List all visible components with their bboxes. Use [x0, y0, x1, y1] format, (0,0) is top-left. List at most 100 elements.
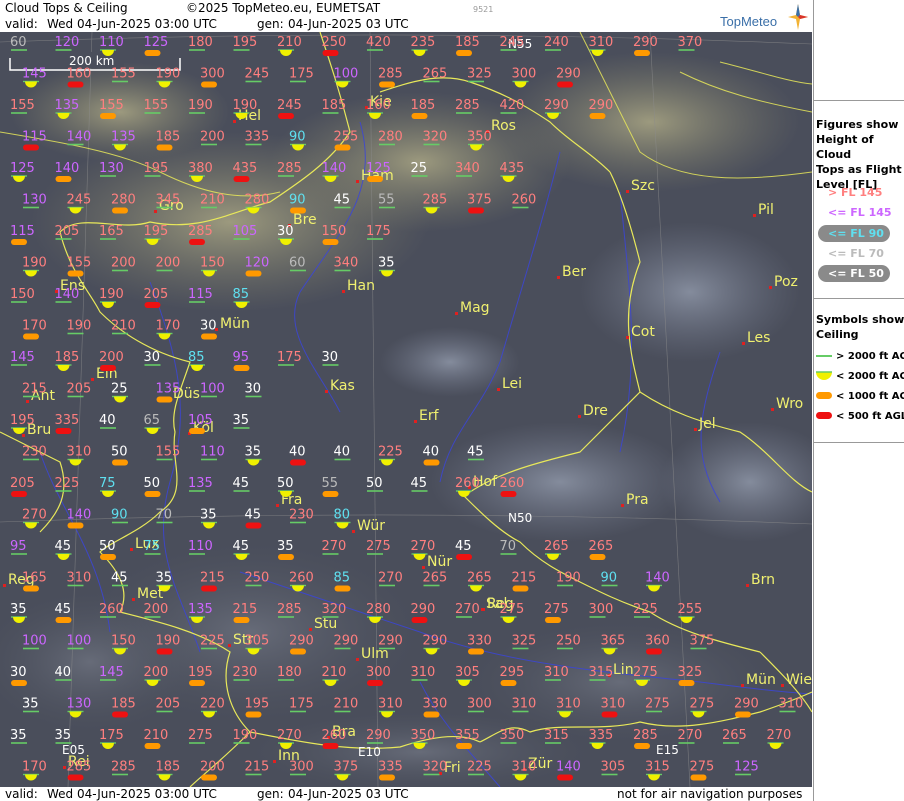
cloud-top-reading: 105: [233, 224, 257, 240]
city-label: Jel: [698, 416, 716, 432]
ceiling-symbol: [322, 743, 339, 749]
cloud-top-reading: 215: [22, 382, 47, 398]
city-label: Erf: [419, 408, 440, 424]
ceiling-symbol: [201, 585, 217, 592]
cloud-top-reading: 30: [10, 665, 27, 686]
cloud-top-value: 155: [111, 67, 136, 82]
topmeteo-logo[interactable]: TopMeteo: [720, 4, 810, 32]
cloud-top-value: 345: [156, 193, 181, 208]
cloud-top-value: 260: [322, 728, 347, 743]
grid-coordinate-label: E15: [656, 743, 679, 757]
cloud-top-value: 310: [411, 665, 436, 680]
ceiling-symbol: [100, 113, 116, 119]
cloud-top-value: 310: [779, 697, 804, 712]
cloud-top-value: 45: [55, 602, 72, 617]
ceiling-symbol: [112, 207, 128, 214]
cloud-top-value: 35: [10, 728, 27, 743]
satellite-map[interactable]: 200 km KieRosSzcHelHamBreGroPilBerHanPoz…: [0, 32, 812, 787]
cloud-top-reading: 310: [67, 571, 91, 587]
cloud-top-reading: 285: [277, 161, 302, 177]
cloud-top-value: 300: [589, 602, 614, 617]
cloud-top-value: 135: [156, 382, 181, 397]
city-label: Lin: [613, 662, 634, 678]
cloud-top-value: 210: [277, 35, 302, 50]
cloud-top-reading: 35: [277, 539, 294, 560]
cloud-top-reading: 150: [10, 287, 35, 303]
cloud-top-reading: 55: [322, 476, 339, 497]
cloud-top-value: 220: [200, 697, 225, 712]
ceiling-red-pill-icon: [816, 412, 832, 419]
cloud-top-reading: 130: [22, 193, 47, 209]
cloud-top-value: 270: [322, 539, 347, 554]
logo-text: TopMeteo: [720, 14, 778, 29]
cloud-top-value: 185: [156, 760, 181, 775]
cloud-top-value: 50: [99, 539, 116, 554]
cloud-top-value: 350: [500, 728, 525, 743]
cloud-top-value: 230: [233, 665, 258, 680]
cloud-top-value: 110: [200, 445, 225, 460]
cloud-top-value: 125: [734, 760, 759, 775]
cloud-top-value: 210: [200, 193, 225, 208]
tops-title-line: Tops as Flight: [816, 163, 902, 176]
cloud-top-value: 195: [188, 665, 213, 680]
cloud-top-value: 35: [55, 728, 72, 743]
cloud-top-reading: 110: [188, 539, 213, 555]
ceiling-symbol: [233, 365, 250, 371]
cloud-top-reading: 175: [366, 224, 391, 240]
ceiling-symbol: [201, 81, 217, 88]
cloud-top-value: 60: [289, 256, 306, 271]
ceiling-symbol: [456, 743, 472, 749]
cloud-top-reading: 325: [512, 634, 536, 650]
cloud-top-value: 35: [200, 508, 217, 523]
ceiling-symbol: [11, 680, 27, 686]
cloud-top-reading: 45: [411, 476, 428, 492]
cloud-top-value: 30: [200, 319, 217, 334]
cloud-top-value: 30: [144, 350, 161, 365]
ceiling-symbol: [23, 144, 39, 151]
city-label: Lei: [502, 376, 522, 392]
cloud-top-value: 215: [245, 760, 270, 775]
city-label: Wür: [357, 518, 385, 534]
cloud-top-reading: 320: [322, 602, 346, 618]
cloud-top-reading: 190: [556, 571, 581, 587]
cloud-top-value: 50: [144, 476, 161, 491]
cloud-top-reading: 70: [500, 539, 517, 555]
cloud-top-value: 125: [144, 35, 169, 50]
cloud-top-value: 250: [322, 35, 347, 50]
cloud-top-value: 145: [22, 67, 47, 82]
cloud-top-reading: 100: [22, 634, 47, 650]
city-label: Cot: [631, 324, 655, 340]
cloud-top-value: 275: [500, 602, 525, 617]
cloud-top-value: 195: [233, 35, 258, 50]
cloud-top-value: 140: [55, 161, 80, 176]
cloud-top-value: 175: [289, 697, 314, 712]
city-label: Poz: [774, 274, 798, 290]
cloud-top-value: 150: [111, 634, 136, 649]
legend-ceiling-below-2000: < 2000 ft AGL: [836, 371, 904, 382]
cloud-top-value: 110: [188, 539, 213, 554]
cloud-top-reading: 420: [366, 35, 391, 51]
cloud-top-reading: 55: [378, 193, 395, 209]
city-marker: Dre: [578, 403, 608, 419]
cloud-top-value: 100: [200, 382, 225, 397]
cloud-top-value: 135: [188, 602, 213, 617]
cloud-top-value: 120: [245, 256, 270, 271]
cloud-top-value: 185: [156, 130, 181, 145]
cloud-top-value: 290: [544, 98, 569, 113]
cloud-top-value: 205: [156, 697, 181, 712]
cloud-top-value: 45: [233, 539, 250, 554]
ceiling-symbol: [512, 585, 529, 592]
cloud-top-value: 350: [467, 130, 492, 145]
copyright-text: ©2025 TopMeteo.eu, EUMETSAT: [186, 1, 381, 15]
footer-bar: valid: Wed 04-Jun-2025 03:00 UTC gen: 04…: [0, 787, 813, 801]
ceiling-symbol: [634, 50, 650, 56]
cloud-top-value: 180: [277, 665, 302, 680]
ceiling-symbol: [55, 176, 72, 182]
cloud-top-value: 225: [200, 634, 225, 649]
cloud-top-value: 285: [277, 602, 302, 617]
ceiling-symbol: [23, 585, 39, 592]
cloud-top-value: 40: [289, 445, 306, 460]
cloud-top-value: 45: [55, 539, 72, 554]
cloud-top-value: 50: [277, 476, 294, 491]
map-title: Cloud Tops & Ceiling: [5, 1, 128, 15]
